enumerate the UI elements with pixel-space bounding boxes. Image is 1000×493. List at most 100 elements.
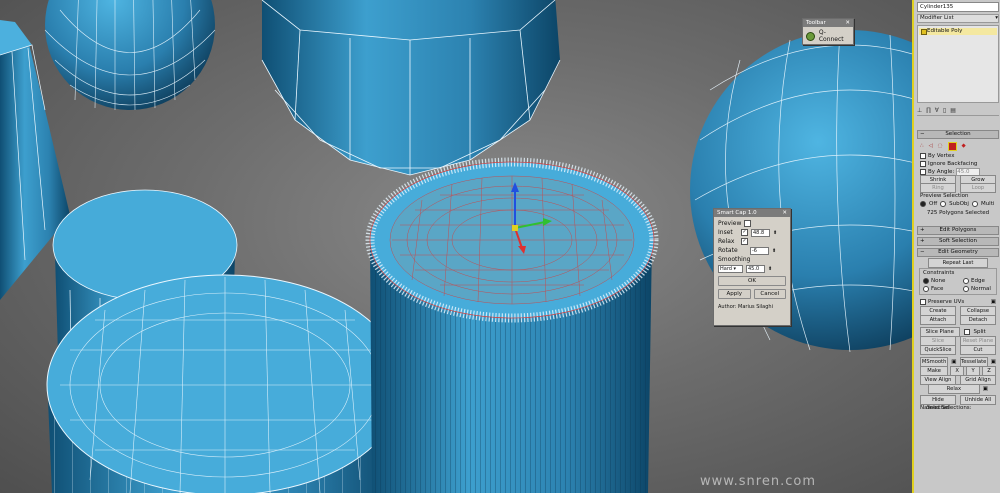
multi-label: Multi	[980, 200, 995, 207]
pin-stack-icon[interactable]: ⊥	[917, 107, 922, 114]
cylinder-top-center	[261, 0, 561, 176]
constraints-group: Constraints None Edge Face Normal	[919, 268, 997, 295]
modifier-list-label: Modifier List	[920, 15, 954, 21]
rotate-spinner[interactable]: -6	[750, 246, 769, 255]
command-panel: Cylinder135 Modifier List ▾ Editable Pol…	[912, 0, 1000, 493]
edge-icon[interactable]: ◁	[929, 143, 933, 149]
split-checkbox[interactable]	[963, 328, 970, 335]
close-icon[interactable]: ✕	[845, 19, 850, 27]
stack-toolbar: ⊥ ∏ ∀ ▯ ▤	[917, 105, 999, 116]
toolbar-title: Toolbar	[806, 20, 826, 26]
preview-row: Preview	[714, 219, 790, 228]
polygon-icon[interactable]	[947, 141, 957, 151]
apply-button[interactable]: Apply	[718, 289, 751, 299]
ok-button[interactable]: OK	[718, 276, 786, 286]
normal-radio[interactable]	[963, 285, 969, 292]
q-connect-icon	[806, 31, 815, 41]
quickslice-button[interactable]: QuickSlice	[920, 344, 956, 355]
multi-radio[interactable]	[971, 200, 978, 207]
cancel-button[interactable]: Cancel	[753, 289, 786, 299]
subobj-radio[interactable]	[940, 200, 947, 207]
unhide-all-button[interactable]: Unhide All	[960, 394, 996, 405]
constraints-label: Constraints	[923, 270, 955, 276]
border-icon[interactable]: ◌	[938, 143, 943, 149]
spinner-arrows-icon[interactable]: ⬍	[772, 248, 776, 254]
subobject-icons: ∴ ◁ ◌ ◆	[920, 141, 996, 151]
spinner-arrows-icon[interactable]: ⬍	[773, 230, 777, 236]
perspective-viewport[interactable]: www.snren.com Toolbar ✕ Q-Connect Smart …	[0, 0, 912, 493]
smoothing-mode: Hard	[720, 265, 732, 272]
soft-selection-rollout[interactable]: + Soft Selection	[917, 237, 999, 246]
element-icon[interactable]: ◆	[962, 143, 966, 149]
subobj-label: SubObj	[949, 200, 969, 207]
modifier-list-dropdown[interactable]: Modifier List ▾	[917, 14, 999, 23]
toolbar-titlebar: Toolbar ✕	[803, 19, 853, 27]
inset-checkbox[interactable]: ✓	[741, 229, 748, 236]
preview-selection-label-row: Preview Selection	[920, 192, 996, 199]
watermark: www.snren.com	[699, 474, 816, 489]
cylinder-capped-grid	[46, 274, 404, 493]
edit-geometry-rollout[interactable]: − Edit Geometry	[917, 248, 999, 257]
ignore-backfacing-row: Ignore Backfacing	[920, 160, 996, 167]
face-radio[interactable]	[923, 285, 929, 292]
relax-checkbox[interactable]: ✓	[741, 238, 748, 245]
bulb-icon	[921, 29, 927, 35]
preview-selection-options: Off SubObj Multi	[920, 200, 996, 207]
none-radio[interactable]	[923, 277, 929, 284]
face-label: Face	[931, 285, 944, 292]
inset-spinner[interactable]: 48.8	[751, 228, 770, 237]
close-icon[interactable]: ✕	[782, 209, 787, 217]
off-radio[interactable]	[920, 200, 926, 207]
edit-geometry-title: Edit Geometry	[938, 249, 978, 255]
spinner-arrows-icon[interactable]: ⬍	[768, 266, 772, 272]
normal-label: Normal	[971, 285, 991, 292]
by-vertex-checkbox[interactable]	[920, 152, 926, 159]
repeat-last-button[interactable]: Repeat Last	[928, 257, 988, 268]
selection-count-row: 725 Polygons Selected	[920, 208, 996, 218]
show-end-result-icon[interactable]: ∏	[926, 107, 931, 114]
ignore-backfacing-label: Ignore Backfacing	[928, 160, 978, 167]
object-name-field[interactable]: Cylinder135	[917, 2, 999, 12]
sphere-top-left	[44, 0, 216, 111]
ring-loop-row: Ring Loop	[920, 182, 996, 193]
split-label: Split	[973, 328, 986, 335]
attach-button[interactable]: Attach	[920, 314, 956, 325]
ignore-backfacing-checkbox[interactable]	[920, 160, 926, 167]
smoothing-row: Hard ▾ 45.0 ⬍	[714, 264, 790, 273]
preview-checkbox[interactable]	[744, 220, 752, 227]
smoothing-spinner[interactable]: 45.0	[746, 264, 765, 273]
relax-button[interactable]: Relax	[928, 383, 980, 394]
named-selections-label: Named Selections:	[920, 404, 972, 411]
preview-label: Preview	[718, 220, 742, 227]
selection-rollout-title: Selection	[945, 131, 971, 137]
relax-row: Relax ✓	[714, 237, 790, 246]
remove-modifier-icon[interactable]: ▯	[943, 107, 946, 114]
settings-icon[interactable]: ▣	[991, 299, 996, 305]
none-label: None	[931, 277, 946, 284]
settings-icon[interactable]: ▣	[983, 386, 988, 392]
smoothing-dropdown[interactable]: Hard ▾	[718, 264, 743, 273]
q-connect-button[interactable]: Q-Connect	[803, 27, 853, 45]
loop-button[interactable]: Loop	[960, 182, 996, 193]
author-text: Author: Marius Silaghi	[718, 304, 773, 310]
settings-icon[interactable]: ▣	[951, 359, 956, 365]
vertex-icon[interactable]: ∴	[920, 143, 924, 149]
hide-selected-button[interactable]: Hide Selected	[920, 394, 956, 411]
cut-button[interactable]: Cut	[960, 344, 996, 355]
edge-radio[interactable]	[963, 277, 969, 284]
preserve-uvs-checkbox[interactable]	[920, 298, 926, 305]
configure-icon[interactable]: ▤	[950, 107, 956, 114]
stack-item-editable-poly[interactable]: Editable Poly	[919, 28, 997, 35]
smart-cap-dialog: Smart Cap 1.0 ✕ Preview Inset ✓ 48.8 ⬍ R…	[713, 208, 791, 326]
preserve-uvs-label: Preserve UVs	[928, 298, 965, 305]
detach-button[interactable]: Detach	[960, 314, 996, 325]
inset-label: Inset	[718, 229, 733, 236]
ring-button[interactable]: Ring	[920, 182, 956, 193]
edit-polygons-rollout[interactable]: + Edit Polygons	[917, 226, 999, 235]
by-vertex-label: By Vertex	[928, 152, 955, 159]
settings-icon[interactable]: ▣	[991, 359, 996, 365]
selection-rollout[interactable]: − Selection	[917, 130, 999, 139]
selection-count: 725 Polygons Selected	[926, 210, 990, 216]
make-unique-icon[interactable]: ∀	[935, 107, 939, 114]
q-connect-label: Q-Connect	[818, 29, 844, 43]
